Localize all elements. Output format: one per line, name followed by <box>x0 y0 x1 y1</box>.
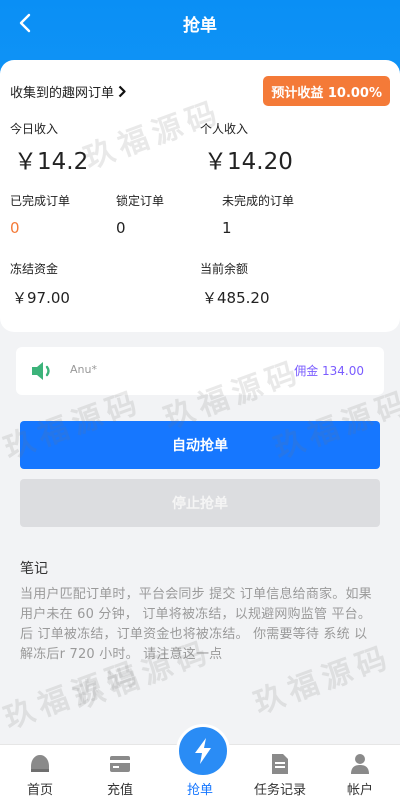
incomplete-orders-value: 1 <box>222 219 232 237</box>
document-icon <box>272 754 288 774</box>
collected-orders-link[interactable]: 收集到的趣网订单 <box>10 82 126 101</box>
summary-card: 收集到的趣网订单 预计收益 10.00% 今日收入 ￥14.2 个人收入 ￥14… <box>0 60 400 332</box>
tab-recharge-label: 充值 <box>106 783 133 798</box>
personal-income-value: ￥14.20 <box>204 149 293 175</box>
collected-orders-label: 收集到的趣网订单 <box>10 86 115 101</box>
personal-income-label: 个人收入 <box>200 122 249 136</box>
incomplete-orders-label: 未完成的订单 <box>222 194 295 208</box>
tab-grab-label: 抢单 <box>186 783 213 798</box>
current-balance-label: 当前余额 <box>200 262 249 276</box>
current-balance-value: ￥485.20 <box>202 289 270 307</box>
tab-home-label: 首页 <box>26 783 53 798</box>
stop-grab-button[interactable]: 停止抢单 <box>20 479 380 527</box>
tab-tasks[interactable]: 任务记录 <box>240 745 320 803</box>
home-icon <box>31 755 49 772</box>
speaker-icon <box>32 362 50 380</box>
tab-recharge[interactable]: 充值 <box>80 745 160 803</box>
locked-orders-label: 锁定订单 <box>116 194 165 208</box>
wallet-icon <box>110 756 130 772</box>
user-icon <box>351 754 369 774</box>
frozen-funds-value: ￥97.00 <box>12 289 70 307</box>
chevron-right-icon <box>118 85 126 98</box>
today-income-value: ￥14.2 <box>14 149 89 175</box>
today-income-label: 今日收入 <box>10 122 59 136</box>
tab-account[interactable]: 帐户 <box>320 745 400 803</box>
grab-center-button[interactable] <box>176 724 230 778</box>
locked-orders-value: 0 <box>116 219 126 237</box>
notes-text: 当用户匹配订单时，平台会同步 提交 订单信息给商家。如果用户未在 60 分钟， … <box>20 587 372 662</box>
order-ticker: Anu* 佣金 134.00 <box>16 347 384 395</box>
ticker-commission: 佣金 134.00 <box>294 364 364 378</box>
page-title: 抢单 <box>183 15 217 36</box>
top-nav: 抢单 <box>0 0 400 46</box>
tab-account-label: 帐户 <box>346 783 373 798</box>
expected-earnings-badge: 预计收益 10.00% <box>263 76 390 106</box>
lightning-icon <box>195 738 211 764</box>
completed-orders-value: 0 <box>10 219 20 237</box>
ticker-user: Anu* <box>70 363 97 376</box>
tab-home[interactable]: 首页 <box>0 745 80 803</box>
notes-title: 笔记 <box>20 561 48 577</box>
completed-orders-label: 已完成订单 <box>10 194 71 208</box>
frozen-funds-label: 冻结资金 <box>10 262 59 276</box>
back-button[interactable] <box>14 10 36 36</box>
tab-tasks-label: 任务记录 <box>253 783 306 798</box>
auto-grab-button[interactable]: 自动抢单 <box>20 421 380 469</box>
back-arrow-icon <box>19 13 31 33</box>
